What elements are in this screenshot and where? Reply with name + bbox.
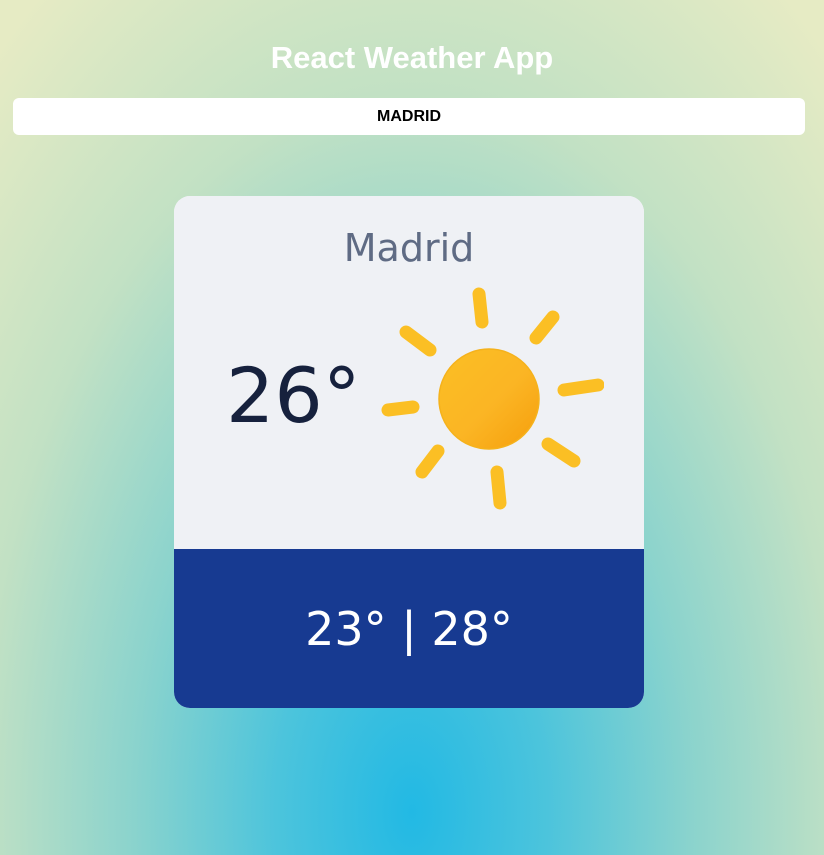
city-name: Madrid (343, 226, 475, 270)
city-search-input[interactable] (13, 98, 805, 135)
temperature-range: 23° | 28° (305, 602, 513, 656)
weather-card: Madrid 26° 23° | 28° (174, 196, 644, 708)
weather-card-top: Madrid 26° (174, 196, 644, 549)
current-temperature: 26° (226, 351, 361, 440)
weather-card-bottom: 23° | 28° (174, 549, 644, 708)
app-title: React Weather App (270, 40, 554, 75)
sun-icon (381, 287, 604, 510)
